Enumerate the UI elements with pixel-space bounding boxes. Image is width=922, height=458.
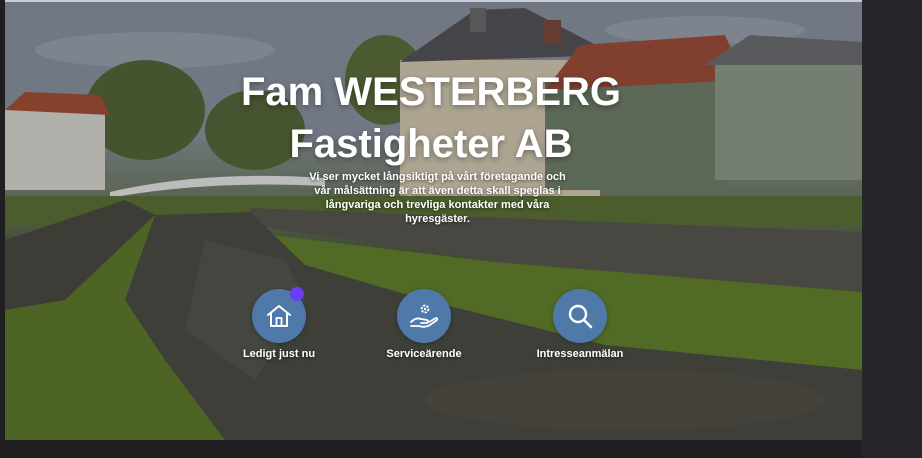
vacant-now-label[interactable]: Ledigt just nu [219,348,339,360]
interest-registration-button[interactable] [553,289,607,343]
hero-title: Fam WESTERBERG Fastigheter AB [0,66,862,170]
interest-registration-label[interactable]: Intresseanmälan [520,348,640,360]
service-interest-registration[interactable]: Intresseanmälan [520,289,640,360]
hero-title-line-1: Fam WESTERBERG [240,70,622,114]
house-icon [267,305,291,327]
hero-subtitle: Vi ser mycket långsiktigt på vårt företa… [309,171,566,225]
hero-title-line-2: Fastigheter AB [289,122,573,166]
notification-badge [290,287,304,301]
hand-gear-icon [410,304,439,328]
top-border [5,0,862,2]
service-request-button[interactable] [397,289,451,343]
service-request-label[interactable]: Serviceärende [364,348,484,360]
vacant-now-button[interactable] [252,287,306,343]
service-vacant-now[interactable]: Ledigt just nu [219,287,339,360]
right-gutter [862,0,922,458]
search-icon [568,304,593,329]
service-service-request[interactable]: Serviceärende [364,289,484,360]
